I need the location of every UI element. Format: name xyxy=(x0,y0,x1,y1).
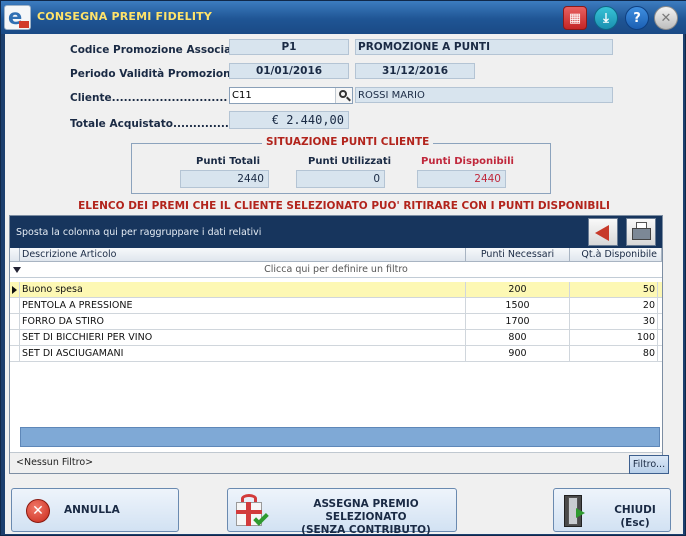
prizes-grid: Sposta la colonna qui per raggruppare i … xyxy=(9,215,663,474)
cell-points: 1700 xyxy=(466,314,570,329)
points-group: SITUAZIONE PUNTI CLIENTE Punti Totali 24… xyxy=(131,136,551,194)
no-filter-text: <Nessun Filtro> xyxy=(16,457,94,468)
assign-prize-button[interactable]: ASSEGNA PREMIO SELEZIONATO (SENZA CONTRI… xyxy=(227,488,457,536)
window-title: CONSEGNA PREMI FIDELITY xyxy=(37,10,212,23)
period-from-field: 01/01/2016 xyxy=(229,63,349,79)
column-header-qty[interactable]: Qt.à Disponibile xyxy=(570,248,662,262)
client-code-input[interactable]: C11 xyxy=(229,87,353,104)
exit-door-icon xyxy=(564,495,586,527)
cell-qty: 80 xyxy=(570,346,658,361)
export-arrow-icon[interactable] xyxy=(588,218,618,246)
table-row[interactable]: SET DI ASCIUGAMANI 900 80 xyxy=(10,346,662,362)
close-button-label: CHIUDI (Esc) xyxy=(614,504,656,529)
close-icon[interactable]: ✕ xyxy=(654,6,678,30)
row-gutter xyxy=(10,314,20,329)
calculator-icon[interactable]: ▦ xyxy=(563,6,587,30)
cell-description: Buono spesa xyxy=(20,282,466,297)
row-gutter xyxy=(10,346,20,361)
search-icon[interactable] xyxy=(335,88,352,103)
points-available-field: 2440 xyxy=(417,170,506,188)
grid-status-bar: <Nessun Filtro> xyxy=(10,452,662,473)
help-icon[interactable]: ? xyxy=(625,6,649,30)
filter-row[interactable]: Clicca qui per definire un filtro xyxy=(10,262,662,278)
group-by-hint: Sposta la colonna qui per raggruppare i … xyxy=(16,227,262,238)
total-label: Totale Acquistato................... xyxy=(70,118,249,130)
points-group-title: SITUAZIONE PUNTI CLIENTE xyxy=(262,136,434,148)
row-indicator-icon xyxy=(12,286,17,294)
filter-button[interactable]: Filtro... xyxy=(629,455,669,474)
column-header-indicator xyxy=(10,248,20,262)
assign-button-line2: (SENZA CONTRIBUTO) xyxy=(301,524,431,536)
gift-icon xyxy=(234,492,269,530)
cell-description: SET DI ASCIUGAMANI xyxy=(20,346,466,361)
cell-description: SET DI BICCHIERI PER VINO xyxy=(20,330,466,345)
cell-description: FORRO DA STIRO xyxy=(20,314,466,329)
points-used-label: Punti Utilizzati xyxy=(308,156,392,167)
grid-footer-bar xyxy=(20,427,660,447)
client-code-value: C11 xyxy=(232,90,252,101)
total-value-field: € 2.440,00 xyxy=(229,111,349,129)
assign-button-line1: ASSEGNA PREMIO SELEZIONATO xyxy=(313,498,419,523)
fidelity-window: e CONSEGNA PREMI FIDELITY ▦ ⤓ ? ✕ Codice… xyxy=(0,0,686,536)
points-total-field: 2440 xyxy=(180,170,269,188)
cell-qty: 30 xyxy=(570,314,658,329)
client-name-field: ROSSI MARIO xyxy=(355,87,613,103)
column-header-description[interactable]: Descrizione Articolo xyxy=(20,248,466,262)
promo-code-field: P1 xyxy=(229,39,349,55)
table-row[interactable]: SET DI BICCHIERI PER VINO 800 100 xyxy=(10,330,662,346)
printer-icon[interactable] xyxy=(626,218,656,246)
client-label: Cliente............................. xyxy=(70,92,228,104)
cell-points: 200 xyxy=(466,282,570,297)
list-title: ELENCO DEI PREMI CHE IL CLIENTE SELEZION… xyxy=(78,200,610,212)
download-icon[interactable]: ⤓ xyxy=(594,6,618,30)
cell-description: PENTOLA A PRESSIONE xyxy=(20,298,466,313)
table-row[interactable]: Buono spesa 200 50 xyxy=(10,282,662,298)
points-used-field: 0 xyxy=(296,170,385,188)
period-to-field: 31/12/2016 xyxy=(355,63,475,79)
table-row[interactable]: FORRO DA STIRO 1700 30 xyxy=(10,314,662,330)
cell-points: 900 xyxy=(466,346,570,361)
cell-qty: 100 xyxy=(570,330,658,345)
promo-name-field: PROMOZIONE A PUNTI xyxy=(355,39,613,55)
client-area: Codice Promozione Associata..... P1 PROM… xyxy=(5,34,683,536)
cancel-button[interactable]: ✕ ANNULLA xyxy=(11,488,179,532)
app-logo-icon: e xyxy=(4,5,31,30)
table-row[interactable]: PENTOLA A PRESSIONE 1500 20 xyxy=(10,298,662,314)
cell-qty: 50 xyxy=(570,282,658,297)
row-gutter xyxy=(10,298,20,313)
filter-row-hint: Clicca qui per definire un filtro xyxy=(264,264,408,275)
close-button[interactable]: CHIUDI (Esc) xyxy=(553,488,671,532)
cell-qty: 20 xyxy=(570,298,658,313)
cell-points: 1500 xyxy=(466,298,570,313)
group-by-panel[interactable]: Sposta la colonna qui per raggruppare i … xyxy=(10,216,662,248)
points-total-label: Punti Totali xyxy=(196,156,261,167)
row-gutter xyxy=(10,330,20,345)
cell-points: 800 xyxy=(466,330,570,345)
cancel-x-icon: ✕ xyxy=(26,499,50,523)
points-available-label: Punti Disponibili xyxy=(421,156,514,167)
column-header-points[interactable]: Punti Necessari xyxy=(466,248,570,262)
title-bar: e CONSEGNA PREMI FIDELITY ▦ ⤓ ? ✕ xyxy=(1,1,686,34)
cancel-button-label: ANNULLA xyxy=(64,504,120,516)
